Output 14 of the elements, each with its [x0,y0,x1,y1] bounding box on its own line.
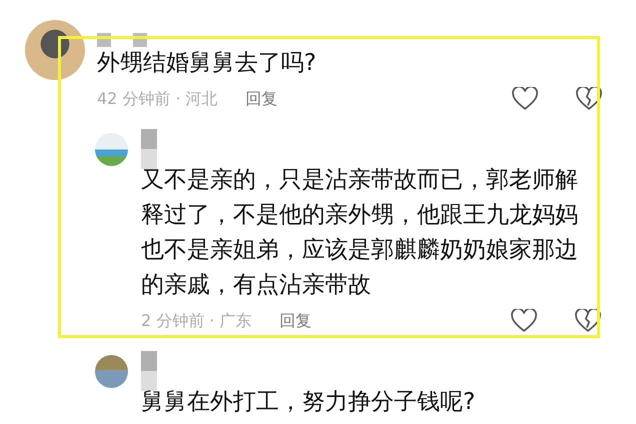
broken-heart-icon[interactable] [576,87,602,111]
time-location: 42 分钟前 · 河北 [97,88,218,110]
reply-link[interactable]: 回复 [246,88,278,110]
heart-icon[interactable] [512,87,538,111]
comment-text: 又不是亲的，只是沾亲带故而已，郭老师解释过了，不是他的亲外甥，他跟王九龙妈妈也不是亲姐弟，应该是郭麒麟奶奶娘家那边的亲戚，有点沾亲带故 [141,166,579,300]
comment-text: 外甥结婚舅舅去了吗? [97,49,318,78]
blurred-name [141,129,157,169]
broken-heart-icon[interactable] [575,309,601,333]
time-location: 2 分钟前 · 广东 [141,310,252,332]
comment-text: 舅舅在外打工，努力挣分子钱呢? [141,388,476,417]
blurred-name [141,351,157,391]
reply-link[interactable]: 回复 [280,310,312,332]
avatar[interactable] [95,355,128,388]
heart-icon[interactable] [511,309,537,333]
